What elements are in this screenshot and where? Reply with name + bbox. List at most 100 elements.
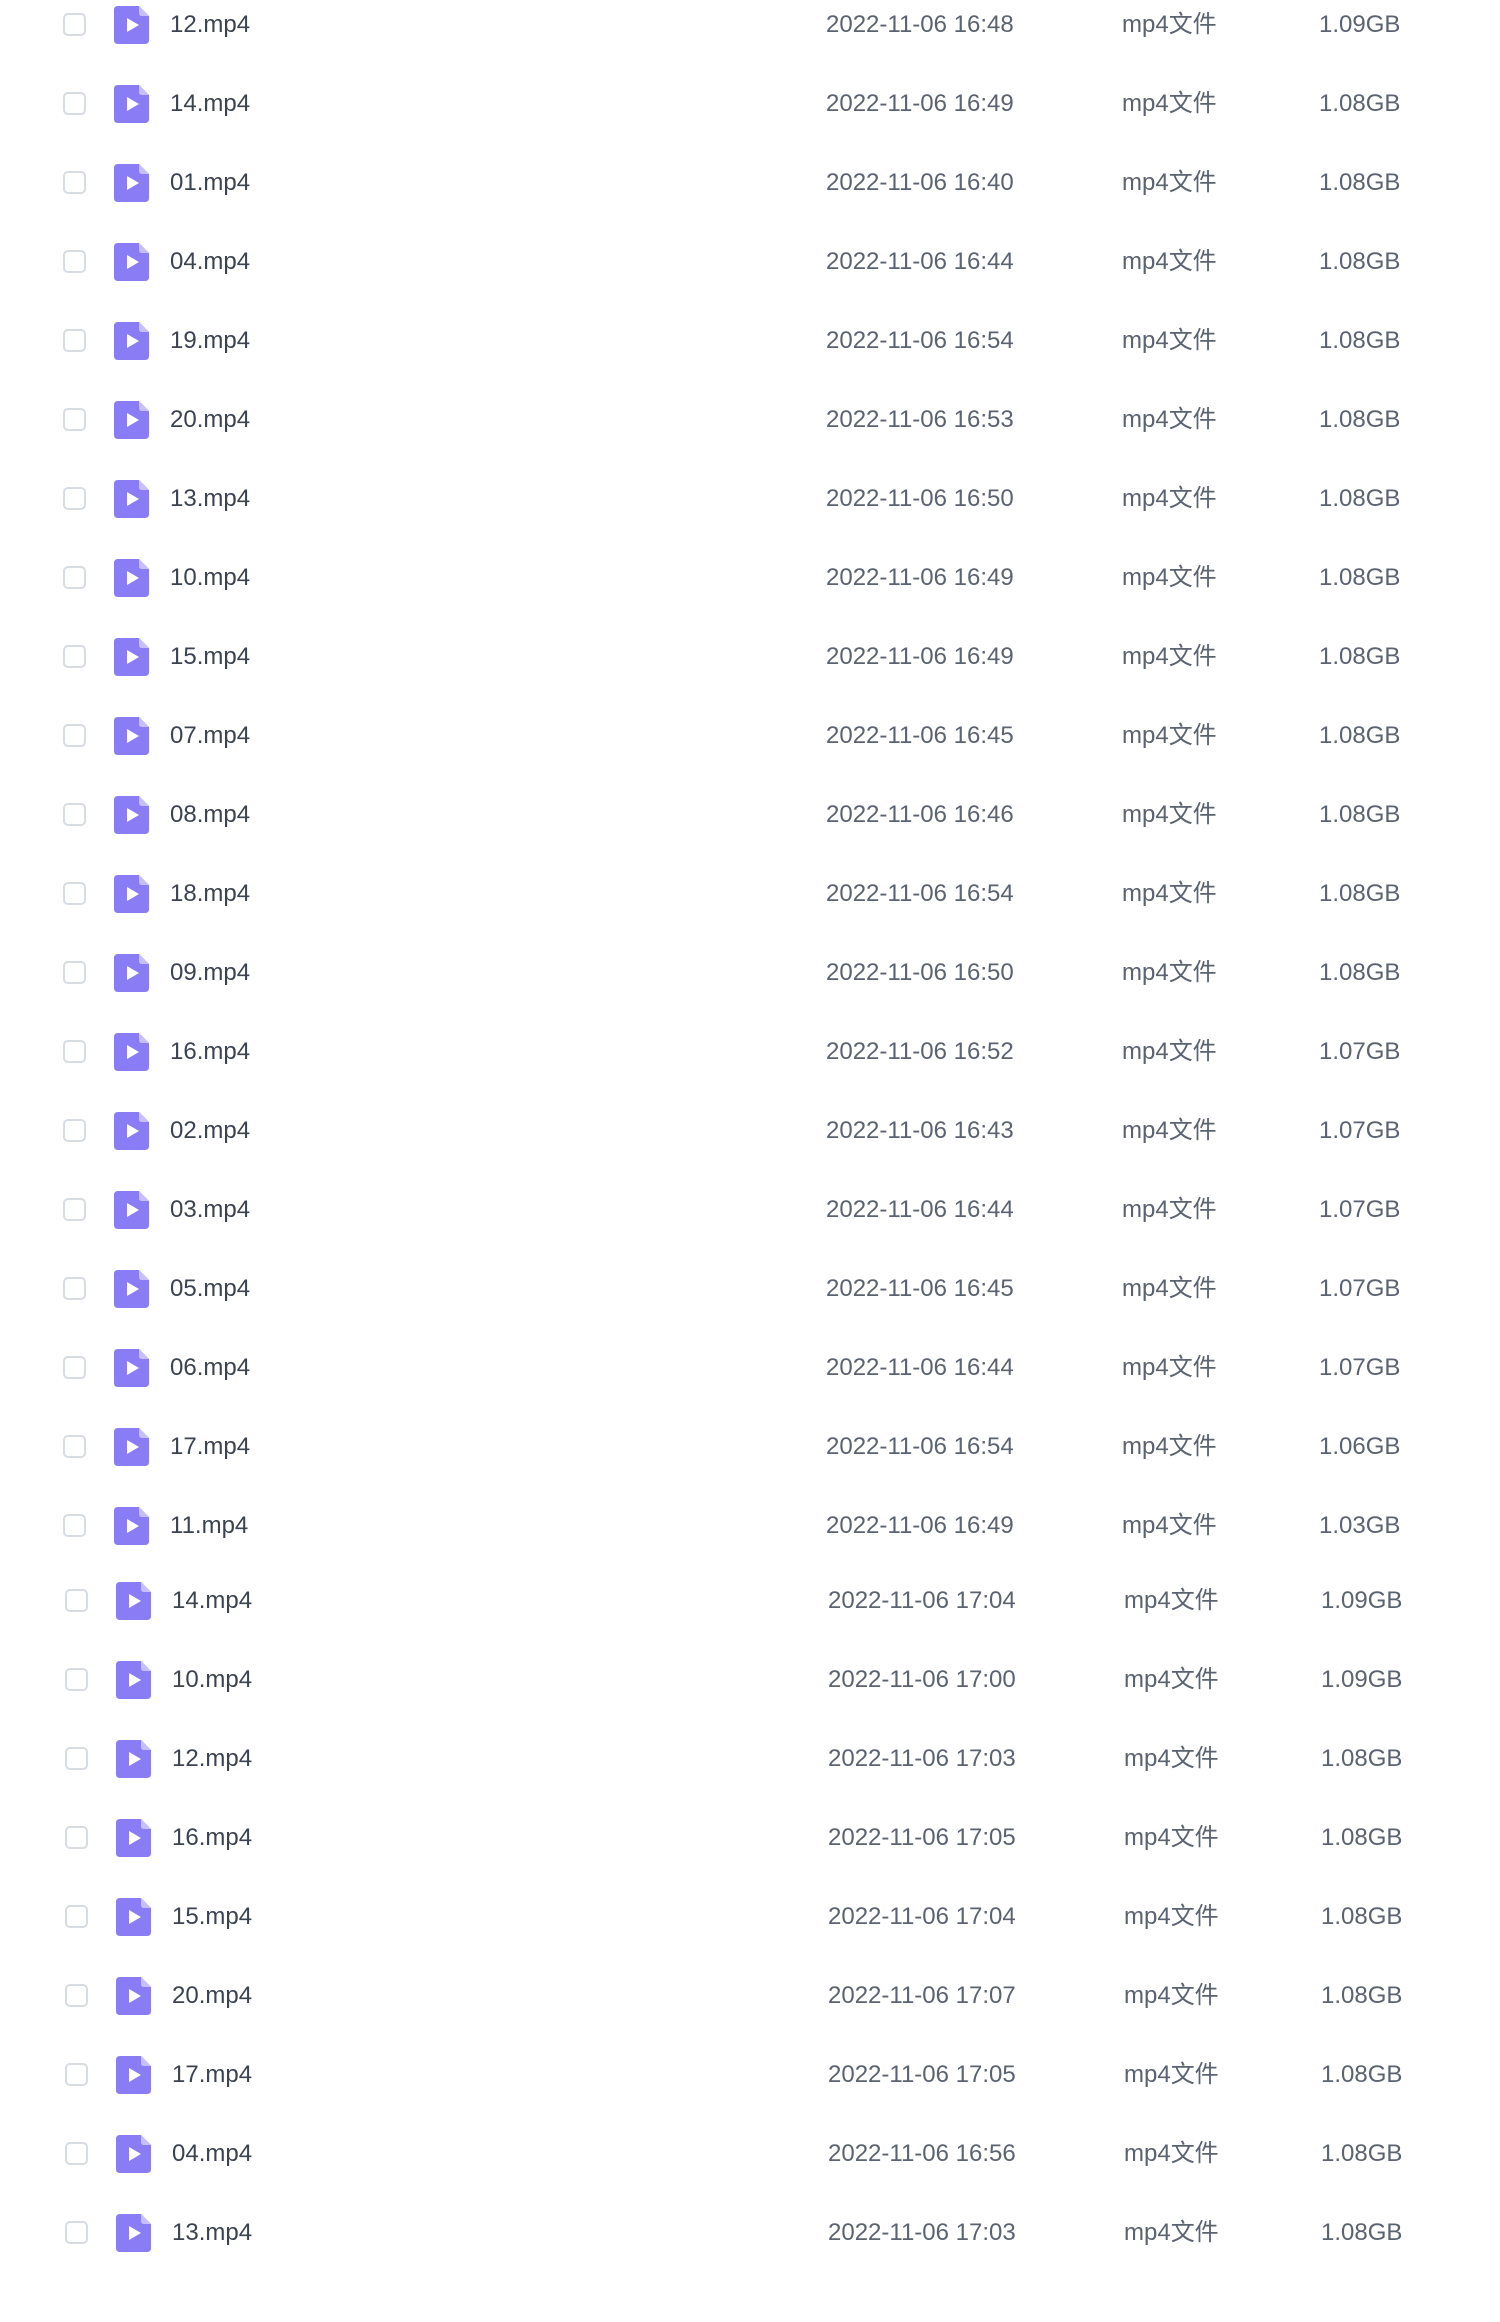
- row-checkbox[interactable]: [63, 803, 86, 826]
- file-row[interactable]: 08.mp4 2022-11-06 16:46 mp4文件 1.08GB: [0, 783, 1500, 862]
- file-name[interactable]: 17.mp4: [170, 1431, 250, 1463]
- file-row[interactable]: 02.mp4 2022-11-06 16:43 mp4文件 1.07GB: [0, 1099, 1500, 1178]
- file-name[interactable]: 11.mp4: [170, 1510, 248, 1542]
- file-row[interactable]: 10.mp4 2022-11-06 16:49 mp4文件 1.08GB: [0, 546, 1500, 625]
- row-checkbox[interactable]: [63, 1119, 86, 1142]
- file-size: 1.08GB: [1321, 1903, 1403, 1930]
- row-checkbox[interactable]: [63, 724, 86, 747]
- file-row[interactable]: 09.mp4 2022-11-06 16:50 mp4文件 1.08GB: [0, 941, 1500, 1020]
- file-row[interactable]: 14.mp4 2022-11-06 16:49 mp4文件 1.08GB: [0, 72, 1500, 151]
- file-name[interactable]: 01.mp4: [170, 167, 250, 199]
- file-name[interactable]: 06.mp4: [170, 1352, 250, 1384]
- file-row[interactable]: 07.mp4 2022-11-06 16:45 mp4文件 1.08GB: [0, 704, 1500, 783]
- row-checkbox[interactable]: [65, 1668, 88, 1691]
- row-checkbox[interactable]: [65, 1984, 88, 2007]
- file-modified-date: 2022-11-06 16:44: [826, 1196, 1014, 1223]
- file-name[interactable]: 14.mp4: [170, 88, 250, 120]
- row-checkbox[interactable]: [63, 250, 86, 273]
- video-file-icon: [114, 1033, 149, 1071]
- row-checkbox[interactable]: [63, 13, 86, 36]
- file-name[interactable]: 02.mp4: [170, 1115, 250, 1147]
- file-row[interactable]: 15.mp4 2022-11-06 17:04 mp4文件 1.08GB: [0, 1885, 1500, 1964]
- video-file-icon: [114, 1191, 149, 1229]
- row-checkbox[interactable]: [63, 487, 86, 510]
- row-checkbox[interactable]: [65, 2063, 88, 2086]
- file-row[interactable]: 19.mp4 2022-11-06 16:54 mp4文件 1.08GB: [0, 309, 1500, 388]
- file-name[interactable]: 15.mp4: [170, 641, 250, 673]
- row-checkbox[interactable]: [63, 408, 86, 431]
- file-name[interactable]: 15.mp4: [172, 1901, 252, 1933]
- file-modified-date: 2022-11-06 16:49: [826, 1512, 1014, 1539]
- row-checkbox[interactable]: [65, 2142, 88, 2165]
- row-checkbox[interactable]: [63, 1514, 86, 1537]
- file-name[interactable]: 04.mp4: [172, 2138, 252, 2170]
- file-name[interactable]: 17.mp4: [172, 2059, 252, 2091]
- file-type: mp4文件: [1122, 11, 1217, 38]
- file-row[interactable]: 06.mp4 2022-11-06 16:44 mp4文件 1.07GB: [0, 1336, 1500, 1415]
- file-modified-date: 2022-11-06 16:44: [826, 1354, 1014, 1381]
- file-size: 1.08GB: [1319, 722, 1401, 749]
- file-name[interactable]: 20.mp4: [172, 1980, 252, 2012]
- file-name[interactable]: 19.mp4: [170, 325, 250, 357]
- file-name[interactable]: 13.mp4: [172, 2217, 252, 2249]
- row-checkbox[interactable]: [63, 1435, 86, 1458]
- row-checkbox[interactable]: [63, 171, 86, 194]
- row-checkbox[interactable]: [63, 1040, 86, 1063]
- row-checkbox[interactable]: [65, 1826, 88, 1849]
- video-file-icon: [114, 85, 149, 123]
- file-name[interactable]: 09.mp4: [170, 957, 250, 989]
- row-checkbox[interactable]: [65, 1589, 88, 1612]
- file-row[interactable]: 14.mp4 2022-11-06 17:04 mp4文件 1.09GB: [0, 1569, 1500, 1648]
- file-name[interactable]: 12.mp4: [170, 9, 250, 41]
- row-checkbox[interactable]: [63, 645, 86, 668]
- file-name[interactable]: 07.mp4: [170, 720, 250, 752]
- file-row[interactable]: 20.mp4 2022-11-06 16:53 mp4文件 1.08GB: [0, 388, 1500, 467]
- file-name[interactable]: 14.mp4: [172, 1585, 252, 1617]
- file-name[interactable]: 13.mp4: [170, 483, 250, 515]
- file-row[interactable]: 17.mp4 2022-11-06 16:54 mp4文件 1.06GB: [0, 1415, 1500, 1494]
- row-checkbox[interactable]: [63, 961, 86, 984]
- file-row[interactable]: 15.mp4 2022-11-06 16:49 mp4文件 1.08GB: [0, 625, 1500, 704]
- file-row[interactable]: 18.mp4 2022-11-06 16:54 mp4文件 1.08GB: [0, 862, 1500, 941]
- file-name[interactable]: 10.mp4: [172, 1664, 252, 1696]
- file-row[interactable]: 20.mp4 2022-11-06 17:07 mp4文件 1.08GB: [0, 1964, 1500, 2043]
- file-size: 1.03GB: [1319, 1512, 1401, 1539]
- file-name[interactable]: 03.mp4: [170, 1194, 250, 1226]
- file-name[interactable]: 10.mp4: [170, 562, 250, 594]
- row-checkbox[interactable]: [63, 1356, 86, 1379]
- row-checkbox[interactable]: [65, 1905, 88, 1928]
- row-checkbox[interactable]: [63, 1277, 86, 1300]
- file-modified-date: 2022-11-06 16:54: [826, 327, 1014, 354]
- file-name[interactable]: 20.mp4: [170, 404, 250, 436]
- file-row[interactable]: 16.mp4 2022-11-06 16:52 mp4文件 1.07GB: [0, 1020, 1500, 1099]
- file-row[interactable]: 17.mp4 2022-11-06 17:05 mp4文件 1.08GB: [0, 2043, 1500, 2122]
- file-row[interactable]: 04.mp4 2022-11-06 16:56 mp4文件 1.08GB: [0, 2122, 1500, 2201]
- row-checkbox[interactable]: [63, 92, 86, 115]
- file-row[interactable]: 11.mp4 2022-11-06 16:49 mp4文件 1.03GB: [0, 1494, 1500, 1573]
- file-row[interactable]: 05.mp4 2022-11-06 16:45 mp4文件 1.07GB: [0, 1257, 1500, 1336]
- video-file-icon: [114, 1507, 149, 1545]
- file-name[interactable]: 05.mp4: [170, 1273, 250, 1305]
- row-checkbox[interactable]: [63, 882, 86, 905]
- file-row[interactable]: 01.mp4 2022-11-06 16:40 mp4文件 1.08GB: [0, 151, 1500, 230]
- file-name[interactable]: 04.mp4: [170, 246, 250, 278]
- file-type: mp4文件: [1122, 406, 1217, 433]
- file-row[interactable]: 12.mp4 2022-11-06 16:48 mp4文件 1.09GB: [0, 0, 1500, 72]
- row-checkbox[interactable]: [65, 1747, 88, 1770]
- row-checkbox[interactable]: [63, 566, 86, 589]
- file-name[interactable]: 18.mp4: [170, 878, 250, 910]
- file-row[interactable]: 12.mp4 2022-11-06 17:03 mp4文件 1.08GB: [0, 1727, 1500, 1806]
- file-name[interactable]: 16.mp4: [170, 1036, 250, 1068]
- row-checkbox[interactable]: [63, 329, 86, 352]
- row-checkbox[interactable]: [63, 1198, 86, 1221]
- file-row[interactable]: 10.mp4 2022-11-06 17:00 mp4文件 1.09GB: [0, 1648, 1500, 1727]
- row-checkbox[interactable]: [65, 2221, 88, 2244]
- file-row[interactable]: 13.mp4 2022-11-06 17:03 mp4文件 1.08GB: [0, 2201, 1500, 2280]
- file-row[interactable]: 04.mp4 2022-11-06 16:44 mp4文件 1.08GB: [0, 230, 1500, 309]
- file-name[interactable]: 08.mp4: [170, 799, 250, 831]
- file-row[interactable]: 13.mp4 2022-11-06 16:50 mp4文件 1.08GB: [0, 467, 1500, 546]
- file-row[interactable]: 03.mp4 2022-11-06 16:44 mp4文件 1.07GB: [0, 1178, 1500, 1257]
- file-row[interactable]: 16.mp4 2022-11-06 17:05 mp4文件 1.08GB: [0, 1806, 1500, 1885]
- file-name[interactable]: 16.mp4: [172, 1822, 252, 1854]
- file-name[interactable]: 12.mp4: [172, 1743, 252, 1775]
